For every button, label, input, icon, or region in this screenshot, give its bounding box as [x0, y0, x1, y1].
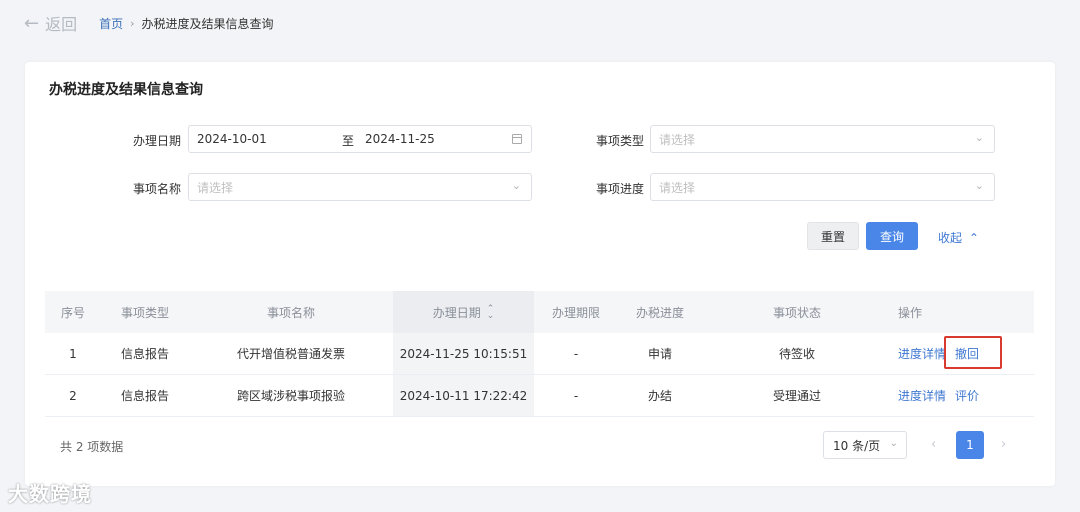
- cell-progress: 办结: [647, 389, 672, 403]
- col-header-name: 事项名称: [266, 305, 315, 320]
- calendar-icon: [512, 134, 522, 144]
- col-header-date[interactable]: 办理日期 ⌃ ⌄: [393, 304, 534, 321]
- chevron-down-icon: ⌄: [511, 179, 521, 192]
- cell-progress: 申请: [647, 347, 672, 361]
- progress-placeholder: 请选择: [659, 180, 696, 195]
- type-label: 事项类型: [595, 134, 644, 148]
- progress-label: 事项进度: [595, 182, 644, 196]
- breadcrumb-current: 办税进度及结果信息查询: [141, 16, 274, 31]
- table-row: 1 信息报告 代开增值税普通发票 2024-11-25 10:15:51 - 申…: [45, 333, 1034, 375]
- chevron-right-icon: ›: [130, 16, 135, 30]
- type-placeholder: 请选择: [659, 132, 696, 147]
- highlight-box: [944, 336, 1002, 369]
- page-title: 办税进度及结果信息查询: [49, 82, 203, 98]
- cell-date: 2024-11-25 10:15:51: [399, 346, 528, 361]
- col-header-type: 事项类型: [120, 305, 169, 320]
- col-header-progress: 办税进度: [635, 305, 684, 320]
- total-count: 共 2 项数据: [60, 440, 124, 454]
- cell-deadline: -: [573, 346, 579, 361]
- chevron-down-icon: ⌄: [974, 179, 984, 192]
- back-button[interactable]: ← 返回: [24, 11, 77, 35]
- breadcrumb-home[interactable]: 首页: [99, 15, 123, 32]
- page-size-select[interactable]: 10 条/页 ⌄: [823, 431, 907, 459]
- cell-type: 信息报告: [120, 389, 169, 403]
- table-header: 序号 事项类型 事项名称 办理日期 ⌃ ⌄ 办理期限 办税进度 事项状态 操作: [45, 291, 1034, 333]
- col-header-status: 事项状态: [772, 305, 821, 320]
- name-select[interactable]: 请选择 ⌄: [188, 173, 532, 201]
- collapse-label: 收起: [938, 231, 963, 245]
- rate-link[interactable]: 评价: [955, 387, 985, 404]
- results-table: 序号 事项类型 事项名称 办理日期 ⌃ ⌄ 办理期限 办税进度 事项状态 操作 1 …: [45, 291, 1034, 417]
- arrow-left-icon: ←: [24, 12, 40, 34]
- page-size-value: 10 条/页: [833, 438, 881, 453]
- cell-name: 代开增值税普通发票: [236, 347, 345, 361]
- progress-select[interactable]: 请选择 ⌄: [650, 173, 995, 201]
- collapse-toggle[interactable]: 收起 ⌃: [938, 229, 979, 246]
- cell-status: 受理通过: [772, 389, 821, 403]
- cell-name: 跨区域涉税事项报验: [236, 389, 345, 403]
- chevron-up-icon: ⌃: [968, 231, 979, 245]
- cell-no: 1: [69, 346, 77, 361]
- progress-detail-link[interactable]: 进度详情: [898, 345, 946, 362]
- cell-deadline: -: [573, 388, 579, 403]
- col-header-date-label: 办理日期: [432, 305, 481, 320]
- col-header-deadline: 办理期限: [551, 305, 600, 320]
- page-1-button[interactable]: 1: [956, 431, 984, 459]
- next-page-icon[interactable]: ›: [1001, 437, 1006, 452]
- chevron-down-icon: ⌄: [889, 438, 898, 449]
- cell-date: 2024-10-11 17:22:42: [399, 388, 528, 403]
- sort-icon[interactable]: ⌃ ⌄: [487, 305, 495, 321]
- top-bar: ← 返回 首页 › 办税进度及结果信息查询: [0, 0, 1080, 46]
- query-button[interactable]: 查询: [866, 222, 918, 250]
- date-to-value: 2024-11-25: [365, 132, 435, 146]
- reset-button[interactable]: 重置: [807, 222, 859, 250]
- col-header-no: 序号: [60, 305, 85, 320]
- progress-detail-link[interactable]: 进度详情: [898, 387, 946, 404]
- col-header-ops: 操作: [897, 305, 922, 320]
- cell-type: 信息报告: [120, 347, 169, 361]
- date-from-value: 2024-10-01: [197, 132, 267, 146]
- prev-page-icon[interactable]: ‹: [931, 437, 936, 452]
- cell-no: 2: [69, 388, 77, 403]
- date-label: 办理日期: [132, 134, 181, 148]
- watermark: 大数跨境: [8, 482, 92, 506]
- chevron-down-icon: ⌄: [974, 131, 984, 144]
- breadcrumb: 首页 › 办税进度及结果信息查询: [99, 15, 273, 32]
- back-label: 返回: [45, 15, 78, 34]
- name-placeholder: 请选择: [197, 180, 234, 195]
- name-label: 事项名称: [132, 182, 181, 196]
- date-range-separator: 至: [342, 134, 355, 148]
- type-select[interactable]: 请选择 ⌄: [650, 125, 995, 153]
- query-card: 办税进度及结果信息查询 办理日期 2024-10-01 至 2024-11-25…: [25, 62, 1055, 486]
- table-row: 2 信息报告 跨区域涉税事项报验 2024-10-11 17:22:42 - 办…: [45, 375, 1034, 417]
- cell-status: 待签收: [778, 347, 815, 361]
- date-range-picker[interactable]: 2024-10-01 至 2024-11-25: [188, 125, 532, 153]
